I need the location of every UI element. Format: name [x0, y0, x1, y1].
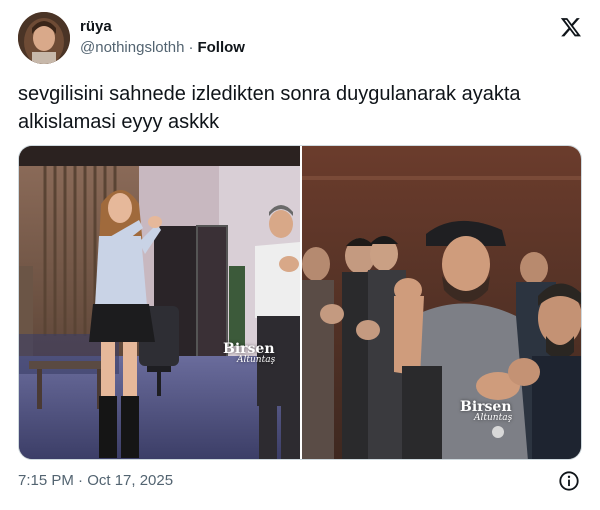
- user-info: rüya @nothingslothh · Follow: [80, 18, 245, 58]
- watermark-right: Birsen Altuntaş: [460, 400, 512, 423]
- watermark-left-sub: Altuntaş: [237, 355, 276, 365]
- info-icon[interactable]: [558, 470, 580, 492]
- audience-photo: [302, 146, 581, 459]
- stage-photo: [19, 146, 300, 459]
- tweet-footer: 7:15 PM · Oct 17, 2025: [18, 470, 584, 494]
- follow-button[interactable]: Follow: [197, 39, 245, 56]
- avatar[interactable]: [18, 12, 70, 64]
- handle-row: @nothingslothh · Follow: [80, 38, 245, 58]
- tweet-media[interactable]: Birsen Altuntaş Birsen Altuntaş: [18, 145, 582, 460]
- media-image-audience[interactable]: Birsen Altuntaş: [302, 146, 581, 459]
- tweet-text: sevgilisini sahnede izledikten sonra duy…: [18, 83, 521, 133]
- x-logo-icon[interactable]: [560, 16, 582, 38]
- media-image-stage[interactable]: Birsen Altuntaş: [19, 146, 300, 459]
- timestamp[interactable]: 7:15 PM · Oct 17, 2025: [18, 472, 173, 489]
- user-handle[interactable]: @nothingslothh: [80, 39, 184, 56]
- watermark-left: Birsen Altuntaş: [223, 342, 275, 365]
- display-name[interactable]: rüya: [80, 18, 245, 36]
- tweet-header: rüya @nothingslothh · Follow: [18, 12, 584, 66]
- watermark-right-sub: Altuntaş: [474, 413, 513, 423]
- separator-dot: ·: [188, 39, 194, 56]
